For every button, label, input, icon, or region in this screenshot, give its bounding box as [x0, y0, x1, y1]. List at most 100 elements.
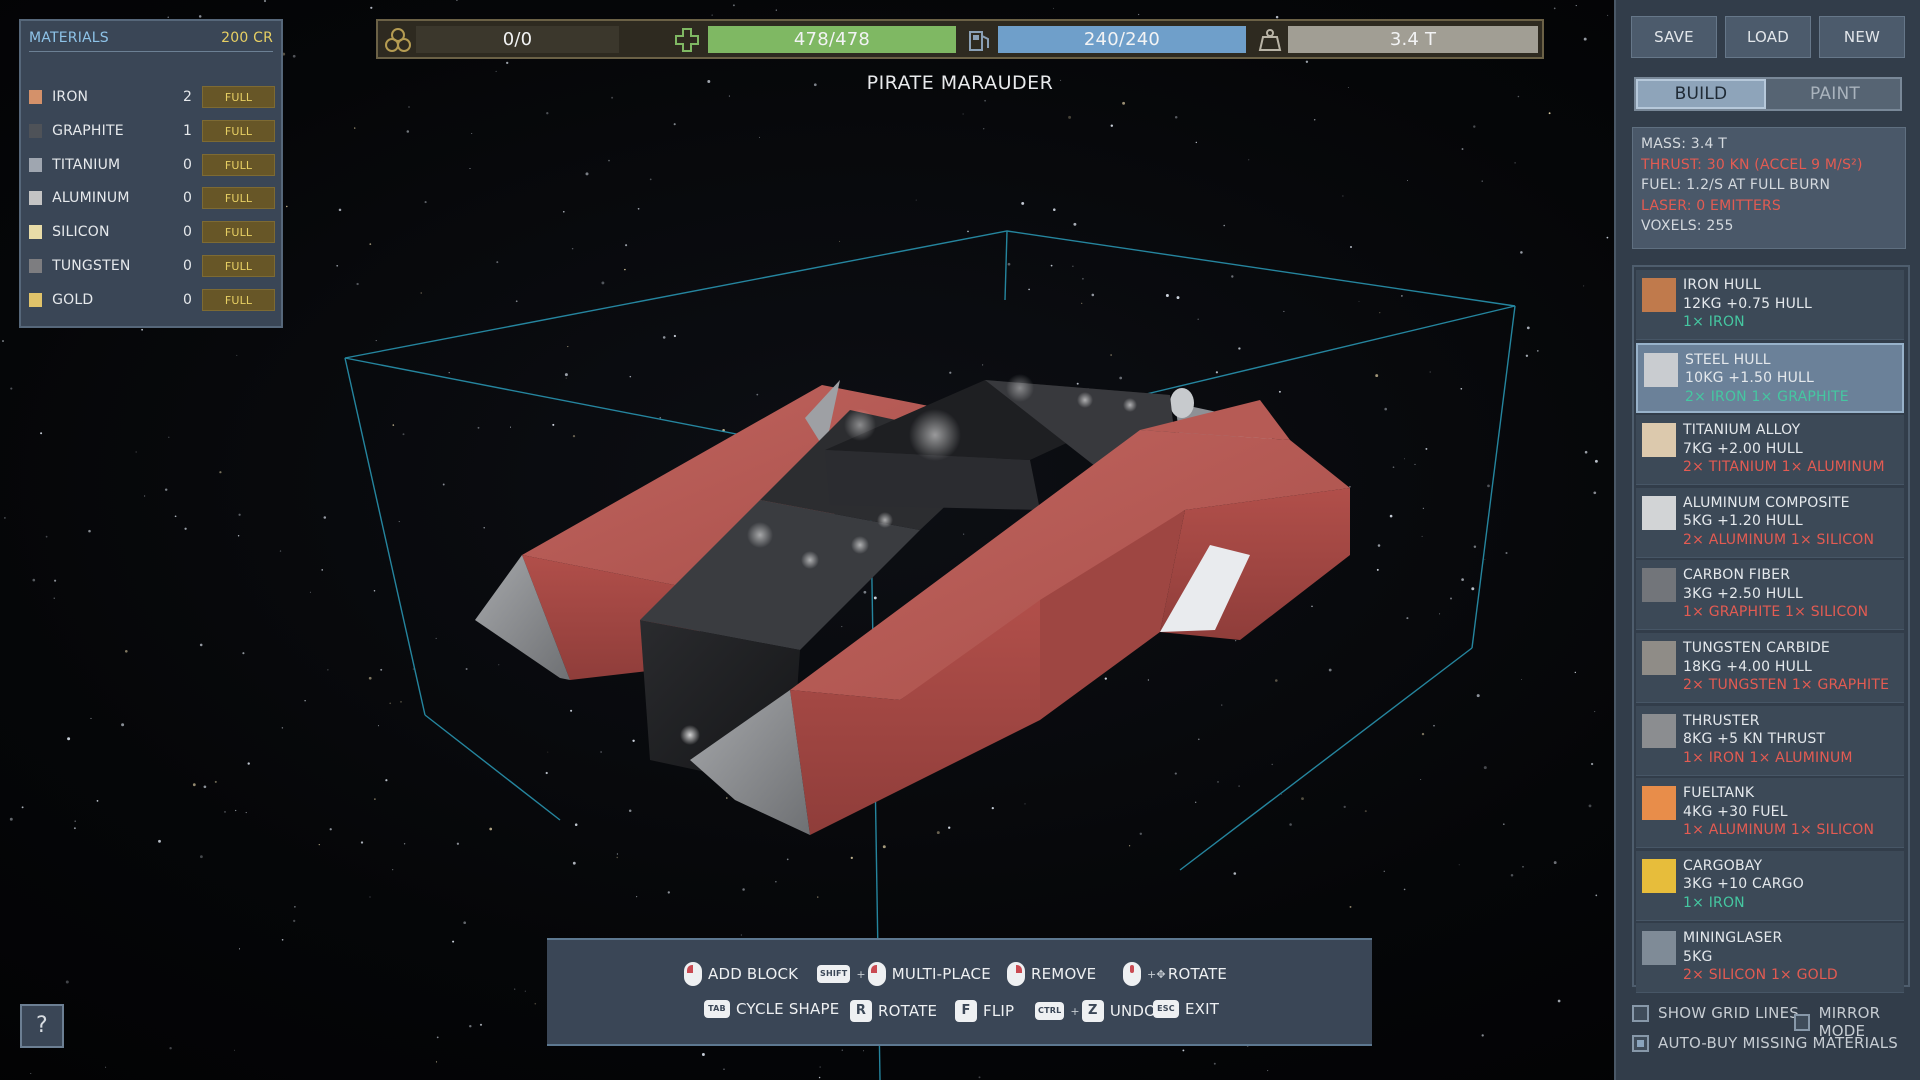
block-name: CARGOBAY [1683, 857, 1763, 874]
option-label: AUTO-BUY MISSING MATERIALS [1658, 1034, 1899, 1052]
material-row: TUNGSTEN 0 FULL [29, 253, 275, 279]
cargo-bar: 0/0 [416, 26, 619, 53]
health-cross-icon [675, 28, 699, 52]
material-row: ALUMINUM 0 FULL [29, 185, 275, 211]
material-name: TITANIUM [52, 156, 121, 173]
block-info: ALUMINUM COMPOSITE 5KG +1.20 HULL 2× ALUMI… [1683, 494, 1874, 550]
control-label: CYCLE SHAPE [736, 1000, 840, 1018]
ship-stats-bar: 0/0 478/478 240/240 3.4 T [376, 19, 1544, 59]
buy-full-button[interactable]: FULL [202, 86, 275, 108]
block-cost: 2× SILICON 1× GOLD [1683, 967, 1838, 984]
block-info: MININGLASER 5KG 2× SILICON 1× GOLD [1683, 929, 1838, 985]
block-stats: 3KG +10 CARGO [1683, 876, 1804, 893]
control-rotate-view: +✥ ROTATE [1123, 962, 1227, 986]
mouse-left-icon [867, 962, 886, 986]
controls-help-panel: ADD BLOCK SHIFT + MULTI-PLACE REMOVE +✥ … [547, 938, 1372, 1046]
block-item[interactable]: TUNGSTEN CARBIDE 18KG +4.00 HULL 2× TUNGST… [1636, 633, 1904, 703]
control-remove: REMOVE [1007, 962, 1096, 986]
auto-buy-option[interactable]: AUTO-BUY MISSING MATERIALS [1632, 1034, 1898, 1052]
material-swatch [29, 191, 43, 206]
material-name: GRAPHITE [52, 122, 124, 139]
tab-build[interactable]: BUILD [1636, 79, 1766, 109]
block-item[interactable]: CARBON FIBER 3KG +2.50 HULL 1× GRAPHITE 1×… [1636, 560, 1904, 631]
block-name: IRON HULL [1683, 277, 1761, 293]
block-cost: 1× IRON [1683, 894, 1745, 911]
materials-panel: MATERIALS 200 CR IRON 2 FULL GRAPHITE 1 FULL T… [19, 19, 283, 328]
material-count: 0 [182, 190, 193, 207]
material-row: GRAPHITE 1 FULL [29, 118, 275, 144]
auto-buy-checkbox[interactable] [1632, 1034, 1649, 1052]
ship-model [475, 374, 1350, 835]
block-cost: 2× ALUMINUM 1× SILICON [1683, 531, 1875, 548]
control-label: FLIP [983, 1002, 1015, 1020]
buy-full-button[interactable]: FULL [202, 119, 275, 142]
buy-full-button[interactable]: FULL [202, 288, 275, 311]
material-count: 0 [182, 291, 193, 308]
block-item[interactable]: STEEL HULL 10KG +1.50 HULL 2× IRON 1× GRAP… [1636, 342, 1904, 413]
esc-key-icon: ESC [1153, 1000, 1179, 1018]
block-thumbnail-icon [1642, 495, 1676, 530]
materials-header: MATERIALS 200 CR [29, 30, 273, 52]
buy-full-button[interactable]: FULL [202, 187, 275, 210]
control-cycle-shape: TAB CYCLE SHAPE [704, 1000, 839, 1018]
block-cost: 2× TITANIUM 1× ALUMINUM [1683, 459, 1885, 476]
load-button[interactable]: LOAD [1725, 16, 1811, 58]
block-stats: 12KG +0.75 HULL [1683, 295, 1813, 312]
help-button[interactable]: ? [20, 1004, 64, 1048]
cargo-value: 0/0 [502, 29, 533, 50]
block-palette: IRON HULL 12KG +0.75 HULL 1× IRON STEEL HUL… [1632, 265, 1910, 994]
block-item[interactable]: CARGOBAY 3KG +10 CARGO 1× IRON [1636, 850, 1904, 921]
block-stats: 3KG +2.50 HULL [1683, 585, 1803, 602]
buy-full-button[interactable]: FULL [202, 255, 275, 277]
show-grid-lines-option[interactable]: SHOW GRID LINES [1632, 1004, 1799, 1022]
buy-full-button[interactable]: FULL [202, 153, 275, 176]
plus-icon: + [1070, 1004, 1080, 1018]
block-thumbnail-icon [1642, 786, 1676, 821]
material-name: GOLD [52, 291, 94, 308]
block-item[interactable]: ALUMINUM COMPOSITE 5KG +1.20 HULL 2× ALUMI… [1636, 487, 1904, 558]
mirror-mode-checkbox[interactable] [1794, 1013, 1810, 1031]
block-item[interactable]: IRON HULL 12KG +0.75 HULL 1× IRON [1636, 270, 1904, 340]
block-cost: 1× IRON 1× ALUMINUM [1683, 749, 1853, 766]
tab-paint[interactable]: PAINT [1770, 79, 1900, 109]
material-count: 0 [182, 224, 193, 241]
block-stats: 10KG +1.50 HULL [1685, 370, 1815, 387]
block-item[interactable]: MININGLASER 5KG 2× SILICON 1× GOLD [1636, 923, 1904, 994]
material-row: SILICON 0 FULL [29, 219, 275, 245]
block-thumbnail-icon [1642, 931, 1676, 966]
block-info: TITANIUM ALLOY 7KG +2.00 HULL 2× TITANIUM … [1683, 421, 1885, 477]
material-name: SILICON [52, 224, 110, 241]
new-button[interactable]: NEW [1819, 16, 1905, 58]
control-label: REMOVE [1031, 965, 1097, 983]
mouse-right-icon [1007, 962, 1025, 986]
block-name: THRUSTER [1683, 712, 1760, 729]
block-thumbnail-icon [1644, 352, 1678, 387]
material-count: 2 [182, 89, 193, 105]
control-rotate-block: R ROTATE [850, 1000, 937, 1022]
block-stats: 5KG +1.20 HULL [1683, 513, 1803, 530]
material-swatch [29, 157, 43, 172]
block-item[interactable]: THRUSTER 8KG +5 KN THRUST 1× IRON 1× ALUMI… [1636, 705, 1904, 776]
material-count: 1 [182, 122, 193, 139]
material-swatch [29, 259, 43, 273]
control-label: ROTATE [878, 1002, 938, 1020]
block-name: FUELTANK [1683, 785, 1755, 802]
summary-voxels: VOXELS: 255 [1641, 218, 1734, 234]
weight-icon [1258, 29, 1282, 51]
save-button[interactable]: SAVE [1631, 16, 1717, 58]
control-label: UNDO [1109, 1002, 1157, 1020]
show-grid-lines-checkbox[interactable] [1632, 1004, 1649, 1022]
block-name: STEEL HULL [1685, 351, 1771, 368]
ship-summary: MASS: 3.4 T THRUST: 30 KN (ACCEL 9 M/S²)… [1632, 127, 1906, 249]
block-info: FUELTANK 4KG +30 FUEL 1× ALUMINUM 1× SILIC… [1683, 784, 1874, 840]
block-info: TUNGSTEN CARBIDE 18KG +4.00 HULL 2× TUNGST… [1683, 639, 1889, 695]
buy-full-button[interactable]: FULL [202, 221, 275, 244]
block-item[interactable]: FUELTANK 4KG +30 FUEL 1× ALUMINUM 1× SILIC… [1636, 778, 1904, 849]
credits-balance: 200 CR [221, 30, 273, 46]
block-name: TUNGSTEN CARBIDE [1683, 640, 1830, 656]
materials-title: MATERIALS [29, 30, 109, 46]
shift-key-icon: SHIFT [817, 965, 851, 983]
block-info: THRUSTER 8KG +5 KN THRUST 1× IRON 1× ALUMI… [1683, 712, 1853, 768]
block-stats: 8KG +5 KN THRUST [1683, 731, 1826, 748]
block-item[interactable]: TITANIUM ALLOY 7KG +2.00 HULL 2× TITANIUM … [1636, 415, 1904, 486]
